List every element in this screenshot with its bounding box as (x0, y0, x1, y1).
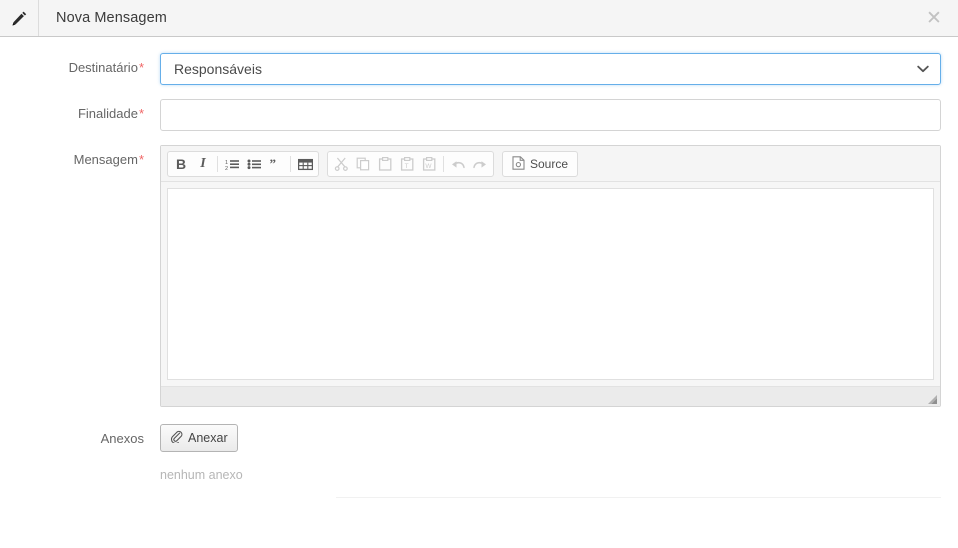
source-button-label: Source (530, 157, 569, 171)
toolbar-separator (217, 156, 218, 172)
recipient-field-wrap: Responsáveis (160, 53, 958, 85)
pencil-icon (11, 10, 28, 27)
source-document-icon (512, 155, 525, 173)
close-icon[interactable]: ✕ (910, 0, 958, 36)
editor-toolbar: B I 1 2 ” T W Source (161, 146, 940, 182)
attachments-label: Anexos (100, 431, 144, 446)
table-icon[interactable] (294, 153, 316, 175)
editor-body-area (161, 182, 940, 386)
attach-button[interactable]: Anexar (160, 424, 238, 452)
svg-text:W: W (425, 163, 432, 170)
source-button[interactable]: Source (505, 153, 575, 175)
required-marker: * (138, 60, 144, 75)
blockquote-icon[interactable]: ” (265, 153, 287, 175)
italic-icon[interactable]: I (192, 153, 214, 175)
attach-button-label: Anexar (188, 430, 228, 445)
field-row-purpose: Finalidade* (0, 99, 958, 131)
editor-footer (161, 386, 940, 406)
field-row-message: Mensagem* B I 1 2 ” T W Source (0, 145, 958, 407)
purpose-input[interactable] (160, 99, 941, 131)
field-row-attachments: Anexos Anexar nenhum anexo (0, 424, 958, 498)
toolbar-group-formatting: B I 1 2 ” (167, 151, 319, 177)
svg-text:2: 2 (225, 166, 228, 171)
bulleted-list-icon[interactable] (243, 153, 265, 175)
recipient-select[interactable]: Responsáveis (160, 53, 941, 85)
bottom-separator (336, 496, 941, 498)
header-icon-cell (0, 0, 39, 36)
dialog-header: Nova Mensagem ✕ (0, 0, 958, 37)
message-label-text: Mensagem (73, 152, 138, 167)
svg-text:T: T (404, 163, 408, 170)
undo-icon (447, 153, 469, 175)
bold-icon[interactable]: B (170, 153, 192, 175)
toolbar-separator (443, 156, 444, 172)
cut-icon (330, 153, 352, 175)
numbered-list-icon[interactable]: 1 2 (221, 153, 243, 175)
toolbar-group-source: Source (502, 151, 579, 177)
field-row-recipient: Destinatário* Responsáveis (0, 53, 958, 85)
copy-icon (352, 153, 374, 175)
recipient-select-wrap: Responsáveis (160, 53, 941, 85)
resize-grip-icon[interactable] (926, 393, 938, 405)
paste-icon (374, 153, 396, 175)
required-marker: * (138, 106, 144, 121)
toolbar-group-clipboard: T W (327, 151, 494, 177)
attachments-empty-text: nenhum anexo (160, 467, 243, 482)
recipient-label-text: Destinatário (68, 60, 138, 75)
message-label: Mensagem* (0, 145, 160, 407)
message-field-wrap: B I 1 2 ” T W Source (160, 145, 958, 407)
redo-icon (469, 153, 491, 175)
attachments-field-wrap: Anexar nenhum anexo (160, 424, 958, 498)
paste-word-icon: W (418, 153, 440, 175)
rich-text-editor: B I 1 2 ” T W Source (160, 145, 941, 407)
page-title: Nova Mensagem (56, 10, 167, 26)
message-editor-canvas[interactable] (167, 188, 934, 380)
svg-text:”: ” (270, 158, 277, 171)
required-marker: * (138, 152, 144, 167)
purpose-label-text: Finalidade (77, 106, 138, 121)
paperclip-icon (170, 430, 183, 446)
recipient-label: Destinatário* (0, 53, 160, 85)
paste-text-icon: T (396, 153, 418, 175)
form-body: Destinatário* Responsáveis Finalidade* M… (0, 37, 958, 498)
purpose-field-wrap (160, 99, 958, 131)
purpose-label: Finalidade* (0, 99, 160, 131)
toolbar-separator (290, 156, 291, 172)
